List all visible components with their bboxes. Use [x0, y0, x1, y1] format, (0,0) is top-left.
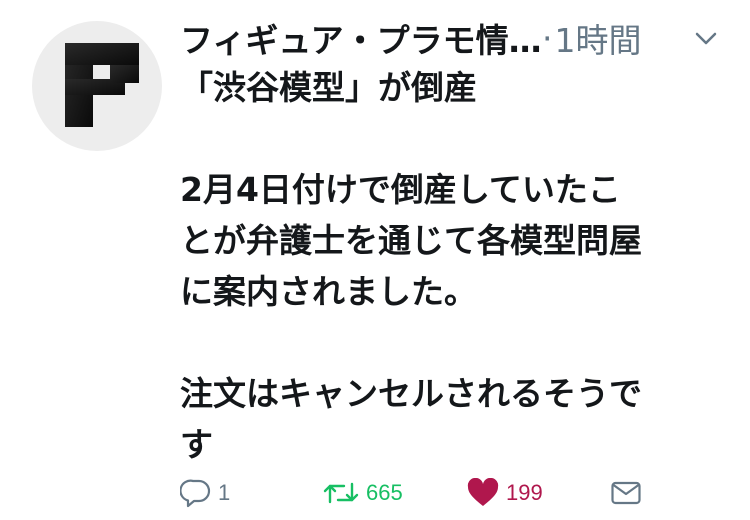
header-separator: · [542, 18, 553, 58]
tweet-actions: 1 665 199 [180, 470, 700, 516]
author-name[interactable]: フィギュア・プラモ情… [180, 14, 540, 62]
timestamp[interactable]: 1時間 [555, 14, 642, 62]
avatar[interactable] [32, 21, 162, 151]
tweet-header: フィギュア・プラモ情… · 1時間 [180, 10, 740, 66]
tweet-text-line: す [180, 425, 213, 464]
tweet-text: 「渋谷模型」が倒産 2月4日付けで倒産していたこ とが弁護士を通じて各模型問屋 … [180, 62, 740, 470]
reply-count: 1 [218, 480, 231, 505]
direct-message-button[interactable] [610, 470, 648, 516]
tweet-text-line: 2月4日付けで倒産していたこ [180, 170, 621, 209]
heart-icon [467, 478, 499, 506]
retweet-button[interactable]: 665 [322, 470, 403, 516]
tweet-text-line: 注文はキャンセルされるそうで [180, 374, 642, 413]
tweet[interactable]: フィギュア・プラモ情… · 1時間 「渋谷模型」が倒産 2月4日付けで倒産してい… [0, 0, 750, 520]
like-count: 199 [506, 480, 543, 505]
reply-button[interactable]: 1 [180, 470, 230, 516]
retweet-count: 665 [366, 480, 403, 505]
tweet-text-line: とが弁護士を通じて各模型問屋 [180, 221, 642, 260]
envelope-icon [611, 481, 641, 505]
tweet-text-line: 「渋谷模型」が倒産 [180, 68, 477, 107]
retweet-icon [323, 482, 359, 504]
reply-icon [180, 479, 211, 508]
tweet-text-line: に案内されました。 [180, 272, 477, 311]
brand-logo-f-icon [65, 43, 139, 127]
chevron-down-icon[interactable] [693, 28, 719, 48]
like-button[interactable]: 199 [466, 470, 543, 516]
